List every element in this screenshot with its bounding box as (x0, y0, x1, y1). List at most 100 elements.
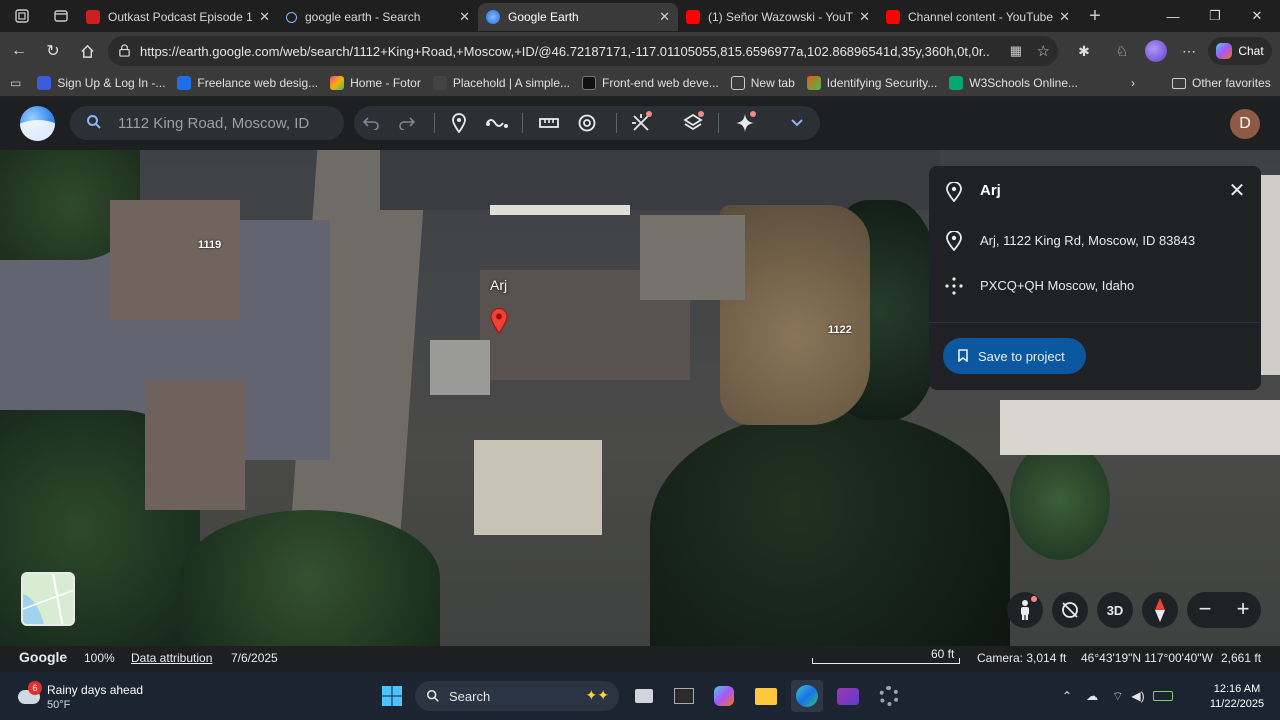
search-input[interactable]: 1112 King Road, Moscow, ID (70, 106, 344, 140)
settings-gear-icon[interactable] (873, 680, 905, 712)
zoom-in-button[interactable]: + (1225, 596, 1261, 622)
weather-widget[interactable]: 6 Rainy days ahead 50°F (18, 680, 148, 714)
bookmark-favicon-icon (330, 76, 345, 90)
file-explorer-icon[interactable] (750, 680, 782, 712)
bookmark-item[interactable]: Placehold | A simple... (432, 76, 570, 90)
voyager-icon[interactable] (624, 106, 658, 140)
site-info-icon[interactable] (118, 44, 131, 57)
building-roof (145, 380, 245, 510)
map-status-bar: Google 100% Data attribution 7/6/2025 60… (0, 646, 1280, 672)
add-placemark-icon[interactable] (442, 106, 476, 140)
bookmark-item[interactable]: Freelance web desig... (177, 76, 318, 90)
building-roof (110, 200, 240, 320)
close-icon[interactable]: ✕ (1227, 180, 1247, 202)
home-icon[interactable] (70, 34, 104, 68)
notification-dot (750, 111, 756, 117)
close-tab-icon[interactable]: ✕ (659, 9, 670, 25)
building-roof (474, 440, 602, 535)
chevron-right-icon[interactable]: › (1131, 76, 1135, 90)
bookmark-item[interactable]: Sign Up & Log In -... (37, 76, 165, 90)
workspaces-icon[interactable] (0, 0, 44, 32)
measure-icon[interactable] (532, 106, 566, 140)
compass-icon[interactable] (1142, 592, 1178, 628)
onedrive-cloud-icon[interactable]: ☁ (1086, 689, 1098, 703)
maximize-button[interactable]: ❐ (1194, 0, 1236, 32)
back-arrow-icon[interactable]: ← (2, 34, 36, 68)
close-tab-icon[interactable]: ✕ (259, 9, 270, 25)
task-view-icon[interactable] (628, 680, 660, 712)
bookmark-item[interactable]: Identifying Security... (806, 76, 937, 90)
save-to-project-button[interactable]: Save to project (943, 338, 1086, 374)
youtube-favicon-icon (686, 10, 700, 24)
address-bar[interactable]: https://earth.google.com/web/search/1112… (108, 36, 1058, 66)
building-roof (1000, 400, 1280, 455)
tab-google-earth-search[interactable]: google earth - Search ✕ (278, 3, 478, 31)
reading-list-icon[interactable]: ▭ (10, 76, 21, 90)
audio-app-icon[interactable] (668, 680, 700, 712)
tab-actions-icon[interactable] (44, 0, 78, 32)
more-menu-icon[interactable]: ⋯ (1176, 36, 1202, 66)
close-tab-icon[interactable]: ✕ (459, 9, 470, 25)
youtube-favicon-icon (86, 10, 100, 24)
bookmark-item[interactable]: W3Schools Online... (949, 76, 1078, 90)
layers-icon[interactable] (676, 106, 710, 140)
bookmark-item[interactable]: Front-end web deve... (582, 76, 719, 90)
volume-icon[interactable]: ◀) (1131, 689, 1144, 703)
map-style-thumbnail[interactable] (21, 572, 75, 626)
plus-code-text[interactable]: PXCQ+QH Moscow, Idaho (980, 278, 1134, 293)
coordinates: 46°43'19"N 117°00'40"W (1081, 651, 1213, 665)
copilot-chat-button[interactable]: Chat (1208, 37, 1272, 65)
taskbar-search-box[interactable]: Search ✦✦ (415, 681, 619, 711)
bookmark-item[interactable]: Home - Fotor (330, 76, 421, 90)
video-editor-icon[interactable] (832, 680, 864, 712)
favorite-star-icon[interactable]: ☆ (1037, 42, 1050, 60)
copilot-app-icon[interactable] (708, 680, 740, 712)
ai-sparkle-icon[interactable] (728, 106, 762, 140)
tab-google-earth[interactable]: Google Earth ✕ (478, 3, 678, 31)
close-tab-icon[interactable]: ✕ (1059, 9, 1070, 25)
reload-icon[interactable]: ↻ (36, 34, 70, 68)
clock[interactable]: 12:16 AM 11/22/2025 (1200, 682, 1274, 712)
extensions-icon[interactable]: ✱ (1070, 36, 1098, 66)
data-attribution-link[interactable]: Data attribution (131, 651, 212, 665)
address-pin-icon (946, 231, 962, 251)
tab-senor-wazowski[interactable]: (1) Señor Wazowski - YouTube ✕ (678, 3, 878, 31)
account-avatar[interactable]: D (1230, 109, 1260, 139)
wifi-icon[interactable]: ⌔ (1112, 689, 1123, 704)
chevron-up-icon[interactable]: ⌃ (1062, 689, 1072, 703)
tree-canopy (650, 410, 1010, 646)
redo-icon[interactable] (390, 106, 424, 140)
pegman-street-view-icon[interactable] (1007, 592, 1043, 628)
battery-icon[interactable] (1152, 691, 1173, 701)
new-tab-button[interactable]: + (1078, 0, 1112, 32)
browser-essentials-icon[interactable]: ♘ (1108, 36, 1136, 66)
reading-view-icon[interactable]: ▦ (1010, 43, 1022, 59)
search-highlight-icon: ✦✦ (585, 687, 609, 703)
undo-icon[interactable] (354, 106, 388, 140)
bookmark-item[interactable]: New tab (730, 76, 795, 90)
close-window-button[interactable]: ✕ (1236, 0, 1278, 32)
weather-badge: 6 (28, 681, 42, 695)
draw-path-icon[interactable] (480, 106, 514, 140)
zoom-out-button[interactable]: − (1187, 596, 1223, 622)
divider (718, 113, 719, 133)
start-windows-icon[interactable] (376, 680, 408, 712)
chevron-down-icon[interactable] (780, 106, 814, 140)
house-number-1119: 1119 (198, 239, 222, 251)
folder-icon (1172, 77, 1186, 89)
toggle-3d-button[interactable]: 3D (1097, 592, 1133, 628)
profile-avatar[interactable] (1143, 36, 1169, 66)
edge-browser-icon[interactable] (791, 680, 823, 712)
search-icon (87, 115, 101, 129)
google-earth-logo[interactable] (20, 106, 55, 141)
tab-outkast-podcast[interactable]: Outkast Podcast Episode 199 ✕ (78, 3, 278, 31)
reset-tilt-icon[interactable] (1052, 592, 1088, 628)
location-pin-icon[interactable] (490, 308, 508, 334)
minimize-button[interactable]: — (1152, 0, 1194, 32)
historical-imagery-icon[interactable] (570, 106, 604, 140)
place-title: Arj (980, 182, 1001, 199)
tab-channel-content[interactable]: Channel content - YouTube Studio ✕ (878, 3, 1078, 31)
close-tab-icon[interactable]: ✕ (859, 9, 870, 25)
divider (616, 113, 617, 133)
other-favorites-folder[interactable]: Other favorites (1172, 76, 1271, 90)
